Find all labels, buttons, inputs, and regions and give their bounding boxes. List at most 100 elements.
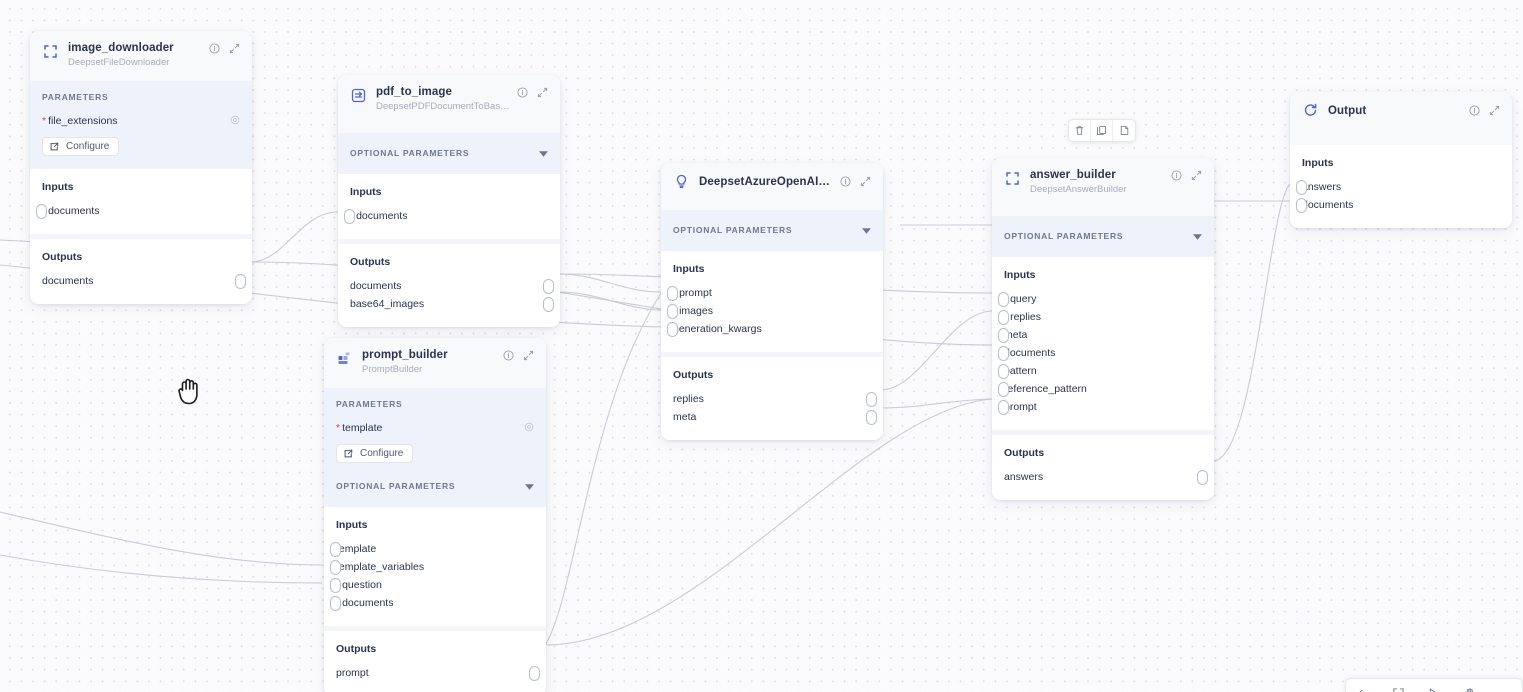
delete-button[interactable]: [1069, 120, 1091, 141]
input-port-template-variables[interactable]: [330, 560, 341, 575]
expand-icon[interactable]: [860, 176, 871, 187]
lightbulb-icon: [673, 173, 690, 190]
input-port-documents[interactable]: [998, 346, 1009, 361]
parameters-label: PARAMETERS: [336, 399, 534, 409]
inputs-section: Inputs *query *replies meta documents pa…: [992, 257, 1214, 430]
input-port-documents[interactable]: [1296, 198, 1307, 213]
parameter-row: *template: [336, 419, 534, 437]
node-header[interactable]: image_downloader DeepsetFileDownloader: [30, 31, 252, 81]
node-answer-builder[interactable]: answer_builder DeepsetAnswerBuilder OPTI…: [992, 158, 1214, 500]
inputs-section: Inputs *documents: [338, 174, 560, 239]
info-icon[interactable]: [1469, 105, 1480, 116]
blocks-grid-icon: [336, 350, 353, 367]
node-pdf-to-image[interactable]: pdf_to_image DeepsetPDFDocumentToBase64I…: [338, 75, 560, 327]
output-port-answers[interactable]: [1197, 470, 1208, 485]
output-row-replies: replies: [673, 390, 871, 408]
parameter-name: *file_extensions: [42, 115, 118, 127]
inputs-section: Inputs *documents: [30, 169, 252, 234]
optional-parameters-toggle[interactable]: OPTIONAL PARAMETERS: [350, 144, 548, 162]
dots-icon[interactable]: [1498, 687, 1511, 692]
cursor-icon[interactable]: [1427, 687, 1440, 692]
node-header[interactable]: DeepsetAzureOpenAIVisionG...: [661, 163, 883, 210]
hand-icon[interactable]: [1463, 687, 1476, 692]
info-icon[interactable]: [209, 43, 220, 54]
input-port-generation-kwargs[interactable]: [667, 322, 678, 337]
node-action-toolbar[interactable]: [1068, 119, 1136, 142]
output-row-meta: meta: [673, 408, 871, 426]
output-port-documents[interactable]: [235, 274, 246, 289]
configure-button[interactable]: Configure: [336, 444, 413, 463]
parameter-help-icon[interactable]: [230, 112, 240, 130]
input-port-query[interactable]: [998, 292, 1009, 307]
node-image-downloader[interactable]: image_downloader DeepsetFileDownloader P…: [30, 31, 252, 304]
expand-icon[interactable]: [1489, 105, 1500, 116]
node-header[interactable]: Output: [1290, 92, 1512, 145]
info-icon[interactable]: [1171, 170, 1182, 181]
loop-arrow-icon: [1302, 102, 1319, 119]
output-port-prompt[interactable]: [529, 666, 540, 681]
input-port-images[interactable]: [667, 304, 678, 319]
canvas-controls-toolbar[interactable]: [1345, 678, 1523, 692]
node-header[interactable]: answer_builder DeepsetAnswerBuilder: [992, 158, 1214, 216]
node-header[interactable]: prompt_builder PromptBuilder: [324, 338, 546, 388]
expand-icon[interactable]: [229, 43, 240, 54]
input-port-template[interactable]: [330, 542, 341, 557]
output-name: meta: [673, 411, 696, 423]
input-port-answers[interactable]: [1296, 180, 1307, 195]
input-port-prompt[interactable]: [998, 400, 1009, 415]
optional-parameters-section: OPTIONAL PARAMETERS: [338, 133, 560, 174]
input-port-replies[interactable]: [998, 310, 1009, 325]
node-output[interactable]: Output Inputs answers documents: [1290, 92, 1512, 228]
output-port-replies[interactable]: [866, 392, 877, 407]
optional-parameters-label: OPTIONAL PARAMETERS: [350, 148, 469, 158]
undo-icon[interactable]: [1357, 687, 1370, 692]
input-port-reference-pattern[interactable]: [998, 382, 1009, 397]
input-row-prompt: *prompt: [673, 284, 871, 302]
snippet-button[interactable]: [1113, 120, 1135, 141]
optional-parameters-toggle[interactable]: OPTIONAL PARAMETERS: [673, 221, 871, 239]
duplicate-button[interactable]: [1091, 120, 1113, 141]
optional-parameters-toggle[interactable]: OPTIONAL PARAMETERS: [1004, 227, 1202, 245]
input-port-documents[interactable]: [344, 209, 355, 224]
optional-parameters-label: OPTIONAL PARAMETERS: [673, 225, 792, 235]
input-port-pattern[interactable]: [998, 364, 1009, 379]
info-icon[interactable]: [840, 176, 851, 187]
input-row-replies: *replies: [1004, 308, 1202, 326]
pipeline-canvas[interactable]: image_downloader DeepsetFileDownloader P…: [0, 0, 1523, 692]
output-port-documents[interactable]: [543, 279, 554, 294]
configure-button[interactable]: Configure: [42, 137, 119, 156]
info-icon[interactable]: [517, 87, 528, 98]
input-row-documents: *documents: [42, 202, 240, 220]
fit-view-icon[interactable]: [1392, 687, 1405, 692]
output-row-base64-images: base64_images: [350, 295, 548, 313]
configure-label: Configure: [66, 141, 109, 152]
parameter-help-icon[interactable]: [524, 419, 534, 437]
chevron-down-icon: [862, 221, 871, 239]
node-prompt-builder[interactable]: prompt_builder PromptBuilder PARAMETERS …: [324, 338, 546, 692]
expand-icon[interactable]: [537, 87, 548, 98]
input-name: template: [336, 543, 376, 555]
expand-icon[interactable]: [523, 350, 534, 361]
grab-hand-cursor: [176, 377, 202, 412]
input-port-documents[interactable]: [330, 596, 341, 611]
input-port-meta[interactable]: [998, 328, 1009, 343]
output-port-meta[interactable]: [866, 410, 877, 425]
optional-parameters-toggle[interactable]: OPTIONAL PARAMETERS: [336, 477, 534, 495]
outputs-label: Outputs: [1004, 447, 1202, 459]
node-vision-generator[interactable]: DeepsetAzureOpenAIVisionG... OPTIONAL PA…: [661, 163, 883, 440]
inputs-section: Inputs *prompt *images generation_kwargs: [661, 251, 883, 352]
node-header[interactable]: pdf_to_image DeepsetPDFDocumentToBase64I…: [338, 75, 560, 133]
info-icon[interactable]: [503, 350, 514, 361]
expand-icon[interactable]: [1191, 170, 1202, 181]
outputs-section: Outputs documents: [30, 234, 252, 304]
optional-parameters-section: OPTIONAL PARAMETERS: [661, 210, 883, 251]
input-port-question[interactable]: [330, 578, 341, 593]
input-name: documents: [342, 597, 393, 609]
parameters-section: PARAMETERS *file_extensions Configure: [30, 81, 252, 169]
output-name: answers: [1004, 471, 1043, 483]
input-row-images: *images: [673, 302, 871, 320]
output-port-base64-images[interactable]: [543, 297, 554, 312]
optional-parameters-section: OPTIONAL PARAMETERS: [992, 216, 1214, 257]
input-port-documents[interactable]: [36, 204, 47, 219]
input-port-prompt[interactable]: [667, 286, 678, 301]
